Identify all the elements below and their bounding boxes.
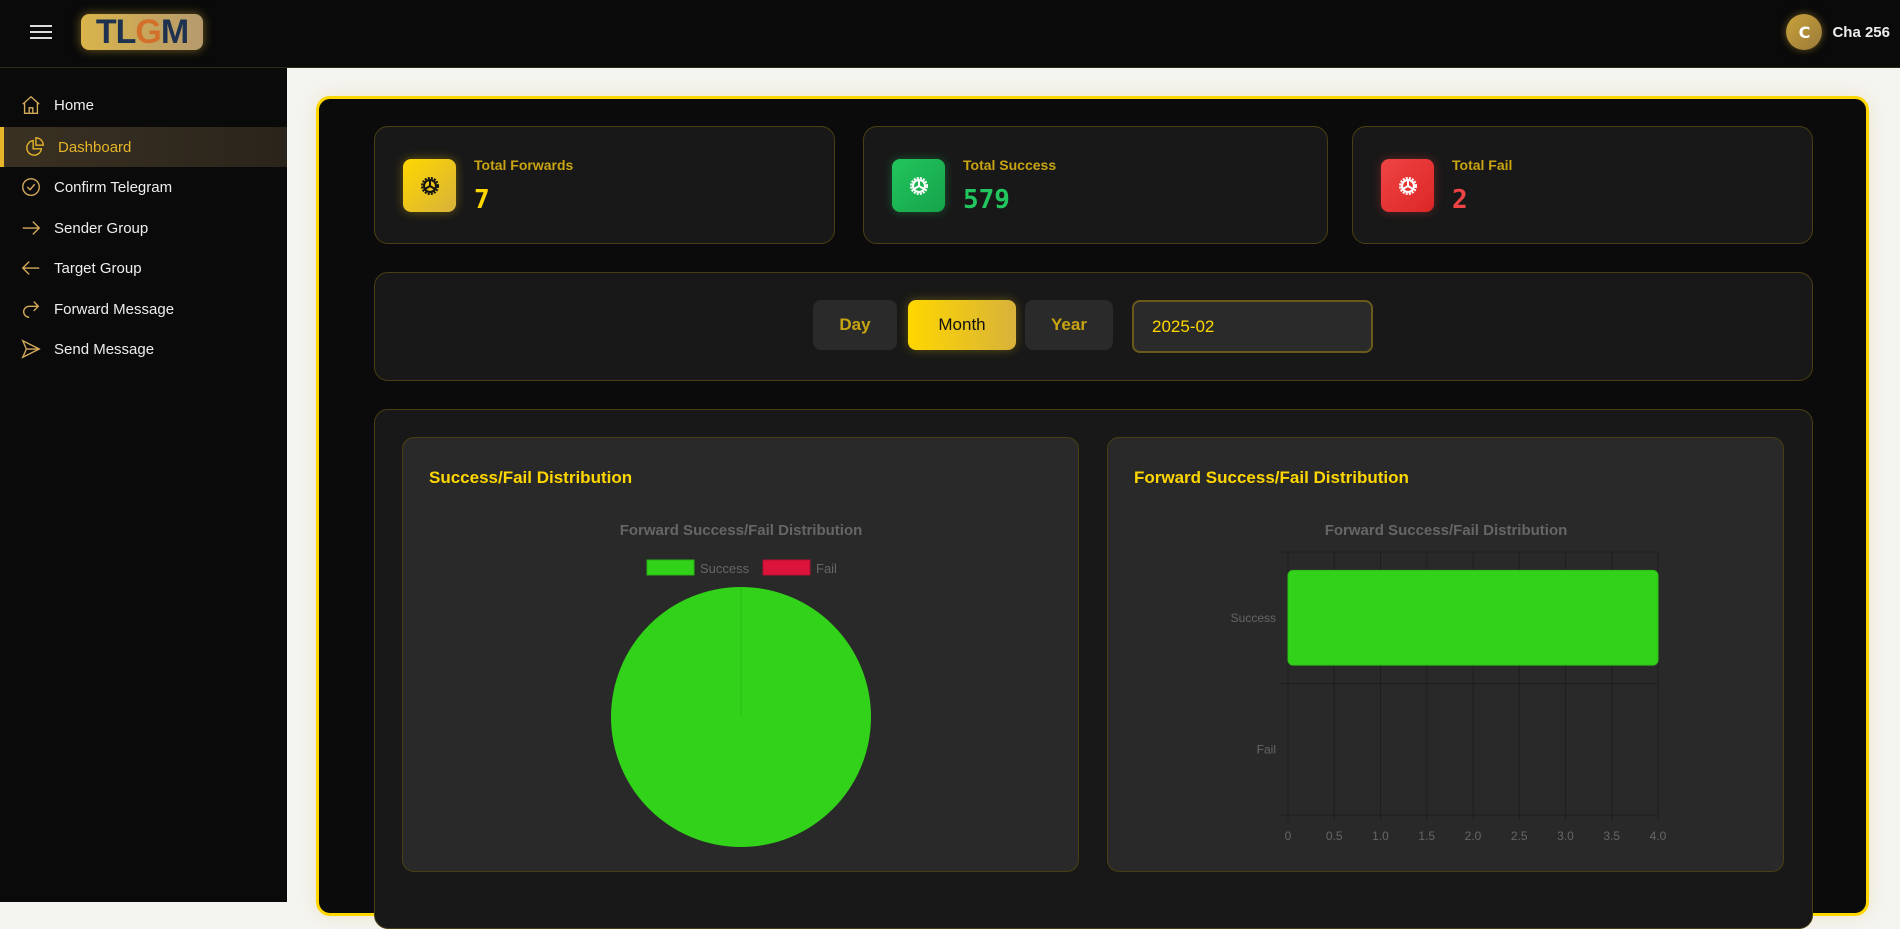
sidebar-item-dashboard[interactable]: Dashboard <box>0 127 287 167</box>
sidebar-item-label: Target Group <box>54 259 142 277</box>
home-icon <box>22 95 40 114</box>
logo[interactable]: TLGM <box>81 14 203 50</box>
x-tick-label: 4.0 <box>1650 829 1667 843</box>
sidebar-item-label: Dashboard <box>58 138 132 156</box>
sidebar-item-sender-group[interactable]: Sender Group <box>0 208 287 248</box>
bar-chart-card: Forward Success/Fail Distribution Forwar… <box>1107 437 1784 872</box>
bar-success[interactable] <box>1287 569 1659 666</box>
legend-label-fail[interactable]: Fail <box>816 561 837 576</box>
gear-icon <box>1381 159 1434 212</box>
user-menu[interactable]: C Cha 256 <box>1786 14 1890 50</box>
pie-chart: Forward Success/Fail Distribution Succes… <box>611 522 871 847</box>
stat-card-total-forwards: Total Forwards 7 <box>374 126 835 244</box>
legend-swatch-success[interactable] <box>646 559 695 576</box>
sidebar-item-confirm-telegram[interactable]: Confirm Telegram <box>0 167 287 207</box>
legend-swatch-fail[interactable] <box>762 559 811 576</box>
sidebar-item-home[interactable]: Home <box>0 85 287 125</box>
top-header: TLGM C Cha 256 <box>0 0 1900 68</box>
y-tick-label: Success <box>1231 611 1276 625</box>
sidebar-item-send-message[interactable]: Send Message <box>0 329 287 369</box>
sidebar-item-target-group[interactable]: Target Group <box>0 248 287 288</box>
gear-icon <box>892 159 945 212</box>
day-button[interactable]: Day <box>813 300 897 350</box>
sidebar-item-label: Confirm Telegram <box>54 178 173 196</box>
sidebar-item-label: Forward Message <box>54 300 175 318</box>
x-tick-label: 1.5 <box>1418 829 1435 843</box>
avatar[interactable]: C <box>1786 14 1823 50</box>
sidebar-item-forward-message[interactable]: Forward Message <box>0 289 287 329</box>
x-tick-label: 3.5 <box>1603 829 1620 843</box>
stat-title: Total Success <box>963 157 1057 173</box>
stat-value: 7 <box>474 185 490 215</box>
pie-chart-icon <box>26 137 44 156</box>
gear-icon <box>403 159 456 212</box>
x-tick-label: 0 <box>1285 829 1292 843</box>
stat-title: Total Forwards <box>474 157 574 173</box>
legend-label-success[interactable]: Success <box>700 561 750 576</box>
x-tick-label: 2.5 <box>1511 829 1528 843</box>
x-tick-label: 0.5 <box>1326 829 1343 843</box>
sidebar-item-label: Sender Group <box>54 219 149 237</box>
stat-value: 579 <box>963 185 1010 215</box>
stat-value: 2 <box>1452 185 1468 215</box>
hamburger-menu-icon[interactable] <box>30 22 52 40</box>
bar-chart-title: Forward Success/Fail Distribution <box>1325 522 1568 539</box>
date-input[interactable] <box>1132 300 1373 353</box>
x-tick-label: 1.0 <box>1372 829 1389 843</box>
stat-card-total-success: Total Success 579 <box>863 126 1328 244</box>
sidebar-item-label: Send Message <box>54 340 155 358</box>
arrow-right-icon <box>22 221 41 235</box>
arrow-left-icon <box>21 261 40 275</box>
y-tick-label: Fail <box>1257 742 1276 756</box>
x-tick-label: 3.0 <box>1557 829 1574 843</box>
pie-chart-title: Forward Success/Fail Distribution <box>620 522 863 539</box>
send-icon <box>21 339 41 359</box>
stat-title: Total Fail <box>1452 157 1513 173</box>
user-name[interactable]: Cha 256 <box>1832 24 1890 41</box>
bar-chart: Forward Success/Fail Distribution 0 0.5 1.… <box>1231 522 1667 843</box>
stat-card-total-fail: Total Fail 2 <box>1352 126 1813 244</box>
sidebar-item-label: Home <box>54 96 95 114</box>
year-button[interactable]: Year <box>1025 300 1113 350</box>
pie-chart-card: Success/Fail Distribution Forward Succes… <box>402 437 1079 872</box>
badge-check-icon <box>22 178 40 196</box>
month-button[interactable]: Month <box>908 300 1016 350</box>
forward-icon <box>23 301 40 318</box>
x-tick-label: 2.0 <box>1465 829 1482 843</box>
sidebar: Home Dashboard Confirm Telegram Sender G… <box>0 68 287 902</box>
